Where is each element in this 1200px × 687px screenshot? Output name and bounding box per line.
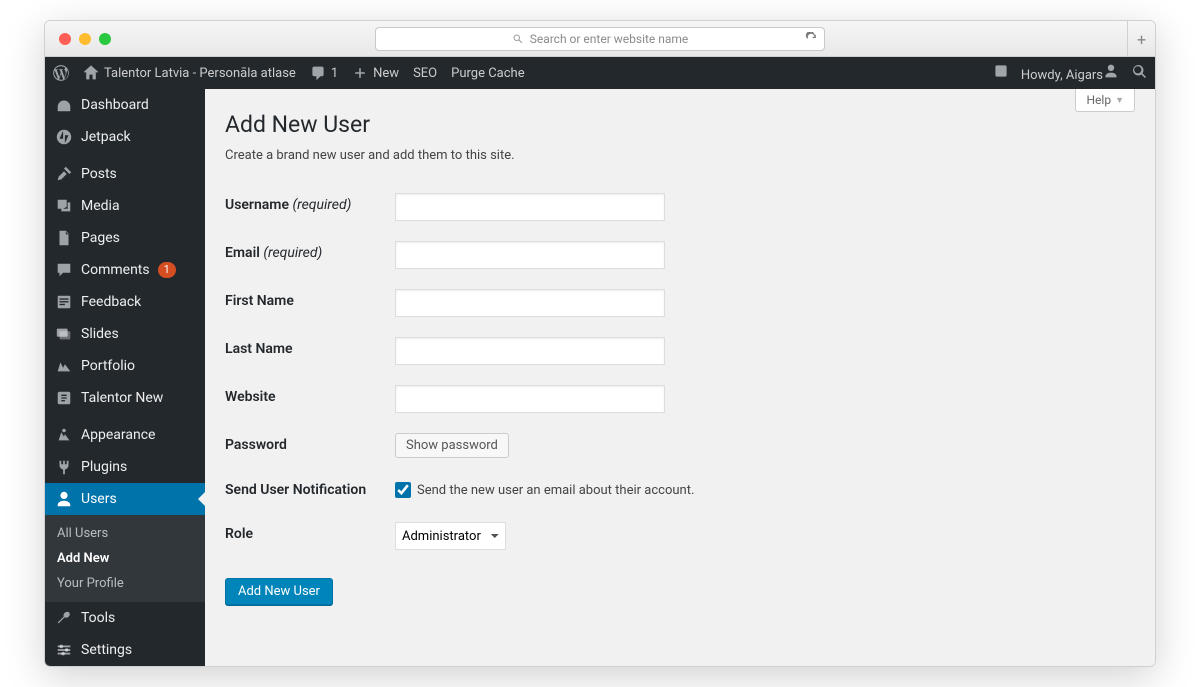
sidebar-item-pages[interactable]: Pages bbox=[45, 222, 205, 254]
search-toggle[interactable] bbox=[1131, 63, 1147, 83]
last-name-input[interactable] bbox=[395, 337, 665, 365]
comments-link[interactable]: 1 bbox=[310, 65, 338, 81]
search-icon bbox=[1131, 63, 1147, 79]
seo-link[interactable]: SEO bbox=[413, 66, 437, 81]
notification-label[interactable]: Send the new user an email about their a… bbox=[395, 482, 694, 498]
sidebar-item-feedback[interactable]: Feedback bbox=[45, 286, 205, 318]
add-new-user-button[interactable]: Add New User bbox=[225, 578, 333, 605]
sidebar-item-users[interactable]: Users bbox=[45, 483, 205, 515]
sidebar-item-tools[interactable]: Tools bbox=[45, 602, 205, 634]
notification-checkbox[interactable] bbox=[395, 482, 411, 498]
search-icon bbox=[512, 33, 524, 45]
help-tab[interactable]: Help▼ bbox=[1075, 89, 1135, 112]
label-website: Website bbox=[225, 375, 395, 423]
first-name-input[interactable] bbox=[395, 289, 665, 317]
users-submenu: All Users Add New Your Profile bbox=[45, 515, 205, 602]
reload-icon[interactable] bbox=[805, 32, 818, 45]
main-content: Help▼ Add New User Create a brand new us… bbox=[205, 89, 1155, 666]
purge-cache-link[interactable]: Purge Cache bbox=[451, 66, 524, 81]
new-tab-button[interactable]: + bbox=[1127, 21, 1155, 57]
sidebar-item-appearance[interactable]: Appearance bbox=[45, 419, 205, 451]
comments-badge: 1 bbox=[158, 262, 176, 278]
show-password-button[interactable]: Show password bbox=[395, 433, 509, 458]
browser-chrome: Search or enter website name + bbox=[45, 21, 1155, 57]
plus-icon bbox=[352, 65, 368, 81]
comment-icon bbox=[310, 65, 326, 81]
sidebar-item-dashboard[interactable]: Dashboard bbox=[45, 89, 205, 121]
submenu-your-profile[interactable]: Your Profile bbox=[45, 571, 205, 596]
sidebar-item-media[interactable]: Media bbox=[45, 190, 205, 222]
sidebar-item-posts[interactable]: Posts bbox=[45, 158, 205, 190]
site-name-link[interactable]: Talentor Latvia - Personāla atlase bbox=[83, 65, 296, 81]
wp-logo[interactable] bbox=[53, 65, 69, 81]
label-email: Email (required) bbox=[225, 231, 395, 279]
page-title: Add New User bbox=[225, 111, 1135, 138]
admin-bar: Talentor Latvia - Personāla atlase 1 New… bbox=[45, 57, 1155, 89]
account-link[interactable]: Howdy, Aigars bbox=[1021, 63, 1119, 83]
admin-sidebar: Dashboard Jetpack Posts Media Pages Comm… bbox=[45, 89, 205, 666]
label-first-name: First Name bbox=[225, 279, 395, 327]
email-input[interactable] bbox=[395, 241, 665, 269]
label-last-name: Last Name bbox=[225, 327, 395, 375]
sidebar-item-plugins[interactable]: Plugins bbox=[45, 451, 205, 483]
sidebar-item-comments[interactable]: Comments1 bbox=[45, 254, 205, 286]
role-select[interactable]: Administrator bbox=[395, 522, 506, 550]
sidebar-item-slides[interactable]: Slides bbox=[45, 318, 205, 350]
user-icon bbox=[1103, 63, 1119, 79]
sidebar-item-jetpack[interactable]: Jetpack bbox=[45, 121, 205, 153]
website-input[interactable] bbox=[395, 385, 665, 413]
sidebar-item-talentor[interactable]: Talentor New bbox=[45, 382, 205, 414]
home-icon bbox=[83, 65, 99, 81]
address-bar[interactable]: Search or enter website name bbox=[375, 27, 825, 51]
window-maximize-button[interactable] bbox=[99, 33, 111, 45]
sidebar-item-settings[interactable]: Settings bbox=[45, 634, 205, 666]
label-username: Username (required) bbox=[225, 183, 395, 231]
label-notification: Send User Notification bbox=[225, 468, 395, 512]
page-description: Create a brand new user and add them to … bbox=[225, 148, 1135, 163]
notifications[interactable] bbox=[993, 63, 1009, 83]
notification-icon bbox=[993, 63, 1009, 79]
username-input[interactable] bbox=[395, 193, 665, 221]
window-minimize-button[interactable] bbox=[79, 33, 91, 45]
label-password: Password bbox=[225, 423, 395, 468]
label-role: Role bbox=[225, 512, 395, 560]
submenu-add-new[interactable]: Add New bbox=[45, 546, 205, 571]
sidebar-item-portfolio[interactable]: Portfolio bbox=[45, 350, 205, 382]
submenu-all-users[interactable]: All Users bbox=[45, 521, 205, 546]
new-content-link[interactable]: New bbox=[352, 65, 399, 81]
address-placeholder: Search or enter website name bbox=[530, 32, 689, 46]
window-close-button[interactable] bbox=[59, 33, 71, 45]
